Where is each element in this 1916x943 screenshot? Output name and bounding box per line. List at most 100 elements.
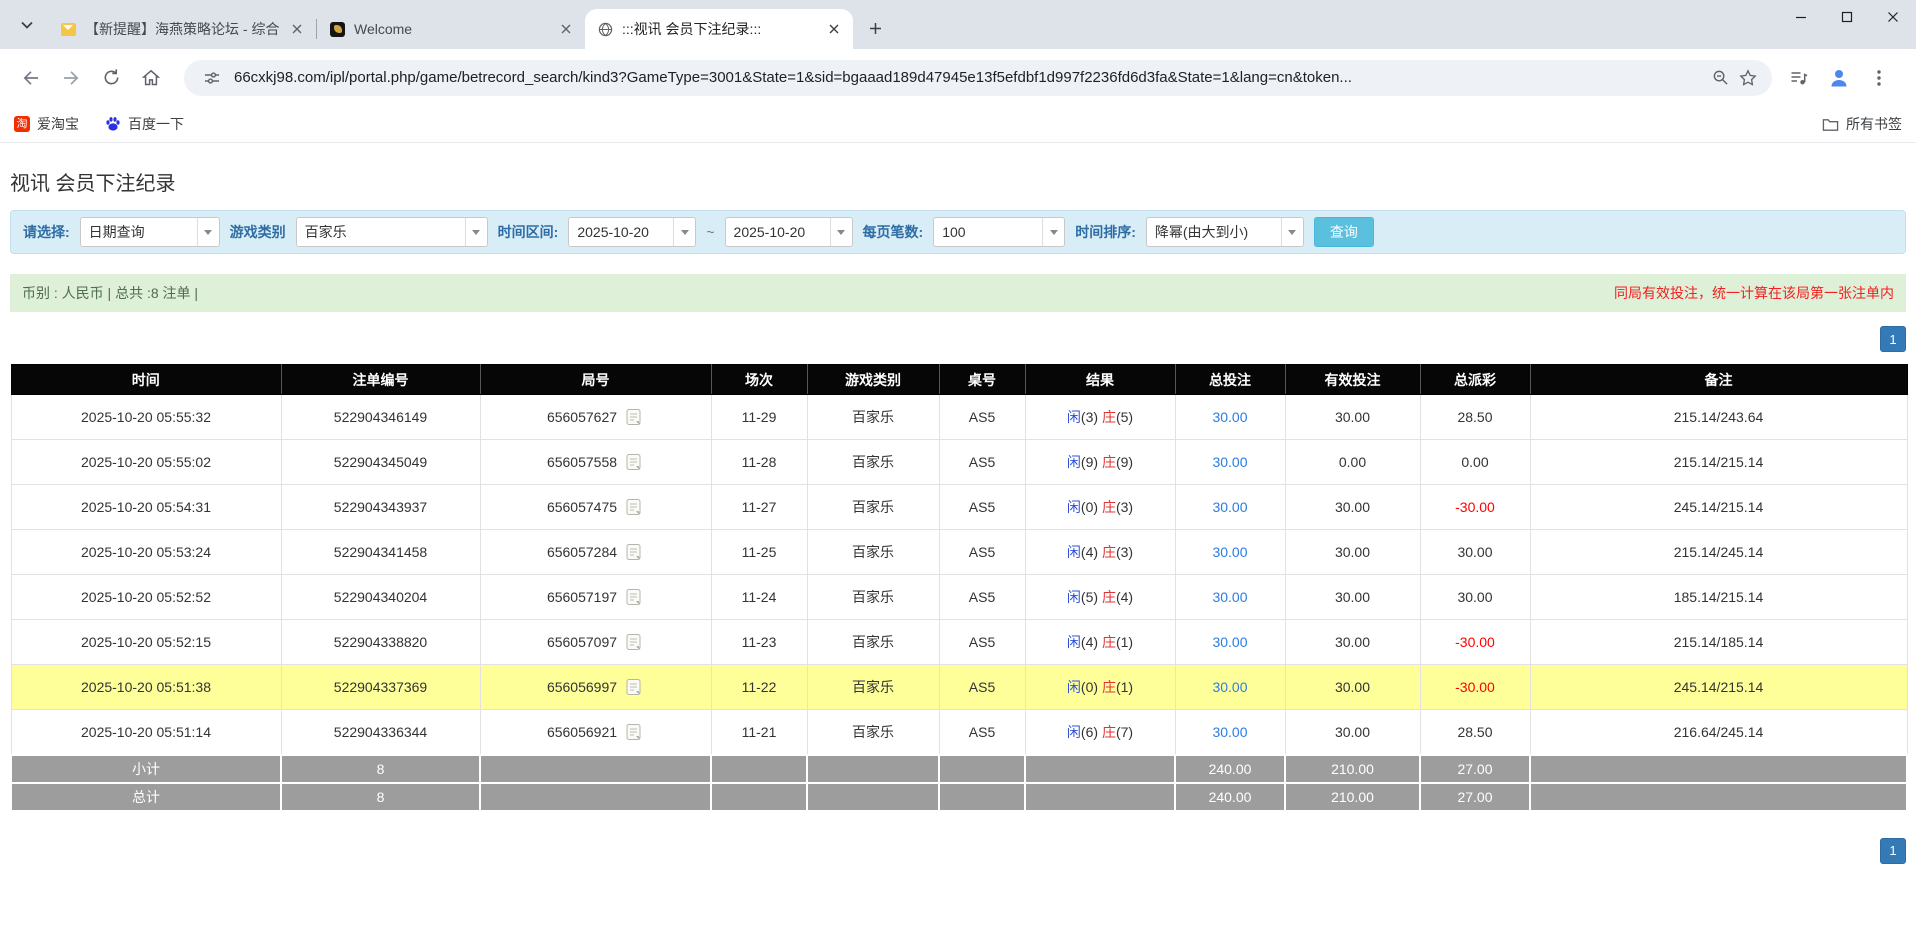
search-button[interactable]: 查询 bbox=[1314, 217, 1374, 247]
column-header-6: 结果 bbox=[1025, 365, 1175, 395]
cell-session: 11-29 bbox=[711, 395, 807, 440]
round-detail-icon[interactable] bbox=[624, 587, 644, 607]
total-bet-link[interactable]: 30.00 bbox=[1212, 409, 1247, 425]
maximize-button[interactable] bbox=[1824, 0, 1870, 34]
cell-note: 215.14/185.14 bbox=[1530, 620, 1907, 665]
total-bet-link[interactable]: 30.00 bbox=[1212, 589, 1247, 605]
caret-down-icon bbox=[465, 218, 487, 246]
filter-sort-select[interactable]: 降幂(由大到小) bbox=[1146, 217, 1304, 247]
round-detail-icon[interactable] bbox=[624, 722, 644, 742]
bet-records-table: 时间注单编号局号场次游戏类别桌号结果总投注有效投注总派彩备注 2025-10-2… bbox=[10, 364, 1908, 812]
cell-time: 2025-10-20 05:51:14 bbox=[11, 710, 281, 755]
site-settings-icon[interactable] bbox=[198, 64, 226, 92]
cell-total-bet: 30.00 bbox=[1175, 620, 1285, 665]
cell-result: 闲(0) 庄(1) bbox=[1025, 665, 1175, 710]
pagination-bottom: 1 bbox=[10, 838, 1906, 864]
cell-valid-bet: 30.00 bbox=[1285, 710, 1420, 755]
table-row: 2025-10-20 05:51:38522904337369656056997… bbox=[11, 665, 1907, 710]
baidu-paw-icon bbox=[105, 116, 121, 132]
filter-sort-label: 时间排序: bbox=[1075, 222, 1136, 242]
column-header-9: 总派彩 bbox=[1420, 365, 1530, 395]
filter-mode-select[interactable]: 日期查询 bbox=[80, 217, 220, 247]
cell-result: 闲(5) 庄(4) bbox=[1025, 575, 1175, 620]
page-1-button[interactable]: 1 bbox=[1880, 326, 1906, 352]
tab-welcome[interactable]: Welcome bbox=[317, 9, 585, 49]
cell-total-bet: 30.00 bbox=[1175, 395, 1285, 440]
cell-note: 216.64/245.14 bbox=[1530, 710, 1907, 755]
cell-total-bet: 30.00 bbox=[1175, 440, 1285, 485]
cell-result bbox=[1025, 783, 1175, 811]
new-tab-button[interactable] bbox=[861, 14, 889, 42]
bookmark-star-icon[interactable] bbox=[1734, 64, 1762, 92]
media-control-icon[interactable] bbox=[1782, 61, 1816, 95]
close-icon[interactable] bbox=[825, 20, 843, 38]
filter-page-size-select[interactable]: 100 bbox=[933, 217, 1065, 247]
round-detail-icon[interactable] bbox=[624, 407, 644, 427]
summary-total-bet: 240.00 bbox=[1175, 755, 1285, 783]
caret-down-icon bbox=[673, 218, 695, 246]
total-bet-link[interactable]: 30.00 bbox=[1212, 634, 1247, 650]
total-bet-link[interactable]: 30.00 bbox=[1212, 454, 1247, 470]
cell-table-no: AS5 bbox=[939, 440, 1025, 485]
close-icon[interactable] bbox=[557, 20, 575, 38]
round-detail-icon[interactable] bbox=[624, 677, 644, 697]
bookmark-taobao[interactable]: 淘 爱淘宝 bbox=[14, 114, 79, 134]
close-window-button[interactable] bbox=[1870, 0, 1916, 34]
tab-bet-records[interactable]: :::视讯 会员下注纪录::: bbox=[585, 9, 853, 49]
url-bar[interactable]: 66cxkj98.com/ipl/portal.php/game/betreco… bbox=[184, 60, 1772, 96]
cell-game-type: 百家乐 bbox=[807, 440, 939, 485]
chevron-down-icon[interactable] bbox=[12, 10, 42, 40]
cell-table-no bbox=[939, 783, 1025, 811]
total-bet-link[interactable]: 30.00 bbox=[1212, 724, 1247, 740]
filter-game-type-select[interactable]: 百家乐 bbox=[296, 217, 488, 247]
round-detail-icon[interactable] bbox=[624, 632, 644, 652]
forward-icon[interactable] bbox=[54, 61, 88, 95]
cell-note: 215.14/243.64 bbox=[1530, 395, 1907, 440]
cell-time: 2025-10-20 05:52:15 bbox=[11, 620, 281, 665]
round-detail-icon[interactable] bbox=[624, 452, 644, 472]
filter-date-from-select[interactable]: 2025-10-20 bbox=[568, 217, 696, 247]
minimize-button[interactable] bbox=[1778, 0, 1824, 34]
bookmark-baidu[interactable]: 百度一下 bbox=[105, 114, 184, 134]
cell-table-no: AS5 bbox=[939, 485, 1025, 530]
cell-payout: 28.50 bbox=[1420, 395, 1530, 440]
summary-label: 总计 bbox=[11, 783, 281, 811]
column-header-4: 游戏类别 bbox=[807, 365, 939, 395]
home-icon[interactable] bbox=[134, 61, 168, 95]
tab-title: :::视讯 会员下注纪录::: bbox=[622, 19, 819, 39]
globe-icon bbox=[597, 21, 614, 38]
reload-icon[interactable] bbox=[94, 61, 128, 95]
cell-valid-bet: 30.00 bbox=[1285, 530, 1420, 575]
total-bet-link[interactable]: 30.00 bbox=[1212, 679, 1247, 695]
summary-valid-bet: 210.00 bbox=[1285, 755, 1420, 783]
total-bet-link[interactable]: 30.00 bbox=[1212, 544, 1247, 560]
pagination-top: 1 bbox=[10, 326, 1906, 352]
cell-session: 11-28 bbox=[711, 440, 807, 485]
filter-date-to-select[interactable]: 2025-10-20 bbox=[725, 217, 853, 247]
round-detail-icon[interactable] bbox=[624, 497, 644, 517]
back-icon[interactable] bbox=[14, 61, 48, 95]
profile-avatar-icon[interactable] bbox=[1822, 61, 1856, 95]
all-bookmarks-button[interactable]: 所有书签 bbox=[1822, 114, 1902, 134]
tab-forum[interactable]: 【新提醒】海燕策略论坛 - 综合 bbox=[48, 9, 316, 49]
summary-total-bet: 240.00 bbox=[1175, 783, 1285, 811]
page-1-button[interactable]: 1 bbox=[1880, 838, 1906, 864]
cell-game-type: 百家乐 bbox=[807, 620, 939, 665]
cell-valid-bet: 30.00 bbox=[1285, 575, 1420, 620]
page-title: 视讯 会员下注纪录 bbox=[10, 167, 1906, 196]
menu-dots-icon[interactable] bbox=[1862, 61, 1896, 95]
cell-total-bet: 30.00 bbox=[1175, 665, 1285, 710]
cell-time: 2025-10-20 05:54:31 bbox=[11, 485, 281, 530]
cell-payout: -30.00 bbox=[1420, 665, 1530, 710]
folder-icon bbox=[1822, 117, 1839, 132]
total-bet-link[interactable]: 30.00 bbox=[1212, 499, 1247, 515]
cell-time: 2025-10-20 05:53:24 bbox=[11, 530, 281, 575]
url-text[interactable]: 66cxkj98.com/ipl/portal.php/game/betreco… bbox=[234, 69, 1698, 86]
cell-session bbox=[711, 755, 807, 783]
cell-valid-bet: 30.00 bbox=[1285, 485, 1420, 530]
filter-page-size-label: 每页笔数: bbox=[863, 222, 924, 242]
zoom-icon[interactable] bbox=[1706, 64, 1734, 92]
table-row: 2025-10-20 05:53:24522904341458656057284… bbox=[11, 530, 1907, 575]
round-detail-icon[interactable] bbox=[624, 542, 644, 562]
close-icon[interactable] bbox=[288, 20, 306, 38]
